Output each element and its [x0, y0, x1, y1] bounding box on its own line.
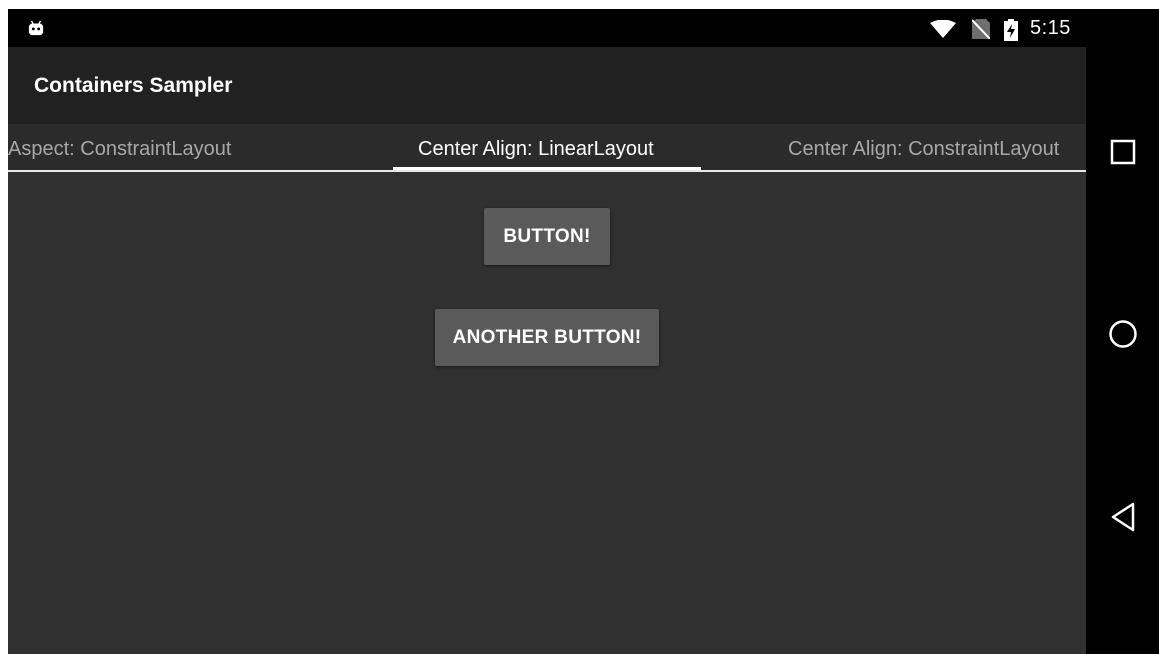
wifi-icon: [930, 20, 956, 38]
tab-aspect-constraintlayout[interactable]: Aspect: ConstraintLayout: [8, 138, 231, 161]
tab-indicator: [393, 167, 701, 170]
app-title: Containers Sampler: [34, 74, 233, 97]
battery-charging-icon: [1004, 19, 1018, 41]
tab-bar: Aspect: ConstraintLayout Center Align: L…: [8, 124, 1086, 172]
app-window: Containers Sampler Aspect: ConstraintLay…: [8, 47, 1086, 654]
navigation-bar: [1086, 9, 1159, 654]
recents-square-icon: [1110, 139, 1135, 165]
device-screen: 5:15 Containers Sampler Aspect: Constrai…: [8, 9, 1159, 654]
status-clock: 5:15: [1030, 17, 1071, 39]
no-sim-icon: [972, 19, 990, 39]
button[interactable]: BUTTON!: [484, 208, 610, 265]
android-icon: [28, 20, 44, 36]
back-button[interactable]: [1086, 487, 1159, 547]
app-toolbar: Containers Sampler: [8, 47, 1086, 124]
home-circle-icon: [1108, 320, 1137, 348]
home-button[interactable]: [1086, 304, 1159, 364]
content-area: BUTTON! ANOTHER BUTTON!: [8, 172, 1086, 654]
status-bar: 5:15: [8, 9, 1086, 47]
tab-center-align-constraintlayout[interactable]: Center Align: ConstraintLayout: [788, 138, 1059, 161]
back-triangle-icon: [1111, 502, 1134, 532]
recents-button[interactable]: [1086, 122, 1159, 182]
tab-center-align-linearlayout[interactable]: Center Align: LinearLayout: [418, 138, 654, 161]
another-button[interactable]: ANOTHER BUTTON!: [435, 309, 659, 366]
